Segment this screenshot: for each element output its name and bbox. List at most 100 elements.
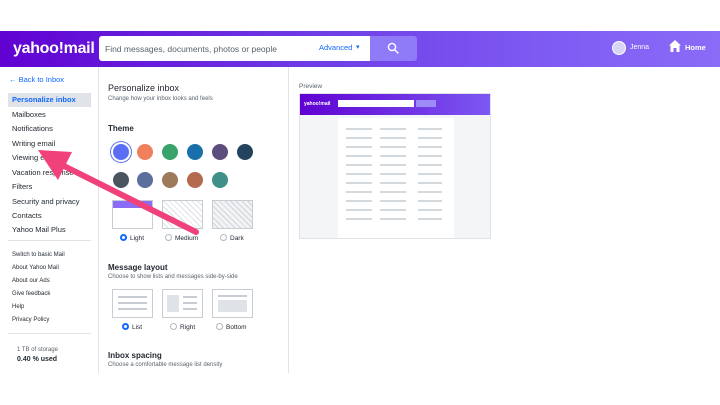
home-label: Home bbox=[685, 43, 706, 52]
theme-swatch[interactable] bbox=[187, 172, 203, 188]
theme-swatch[interactable] bbox=[113, 144, 129, 160]
about-yahoo-mail-link[interactable]: About Yahoo Mail bbox=[12, 265, 59, 271]
radio-unselected[interactable] bbox=[170, 323, 177, 330]
preview-line bbox=[346, 182, 372, 184]
preview-logo: yahoo!mail bbox=[304, 101, 331, 107]
theme-swatch[interactable] bbox=[187, 144, 203, 160]
inbox-spacing-subtitle: Choose a comfortable message list densit… bbox=[108, 362, 223, 368]
thumbnail-line bbox=[118, 302, 147, 304]
layout-option-right[interactable]: Right bbox=[170, 323, 195, 331]
help-link[interactable]: Help bbox=[12, 304, 24, 310]
theme-swatch[interactable] bbox=[212, 144, 228, 160]
radio-selected[interactable] bbox=[122, 323, 129, 330]
thumbnail-line bbox=[183, 296, 197, 298]
home-icon bbox=[669, 40, 681, 52]
sidebar-divider bbox=[8, 333, 91, 334]
preview-line bbox=[380, 137, 406, 139]
preview-line bbox=[346, 146, 372, 148]
bottom-letterbox bbox=[0, 373, 720, 405]
dark-mode-thumbnail[interactable] bbox=[212, 200, 253, 229]
storage-used: 0.40 % used bbox=[17, 356, 58, 363]
preview-line bbox=[380, 218, 406, 220]
switch-to-basic-mail-link[interactable]: Switch to basic Mail bbox=[12, 252, 65, 258]
search-input[interactable] bbox=[105, 36, 311, 61]
sidebar-item-personalize-inbox[interactable]: Personalize inbox bbox=[8, 93, 91, 107]
preview-line bbox=[380, 200, 406, 202]
back-label: Back to Inbox bbox=[18, 75, 65, 84]
storage-total: 1 TB of storage bbox=[17, 347, 58, 353]
sidebar-item-filters[interactable]: Filters bbox=[8, 180, 91, 194]
sidebar-item-vacation-response[interactable]: Vacation response bbox=[8, 166, 91, 180]
preview-line bbox=[418, 164, 442, 166]
preview-line bbox=[418, 146, 442, 148]
theme-mode-light[interactable]: Light bbox=[120, 234, 144, 242]
sidebar-item-viewing-email[interactable]: Viewing email bbox=[8, 151, 91, 165]
sidebar-item-writing-email[interactable]: Writing email bbox=[8, 137, 91, 151]
layout-option-list[interactable]: List bbox=[122, 323, 142, 331]
advanced-search-link[interactable]: Advanced bbox=[319, 43, 352, 52]
radio-selected[interactable] bbox=[120, 234, 127, 241]
preview-line bbox=[418, 137, 442, 139]
yahoo-mail-logo[interactable]: yahoo!mail bbox=[13, 40, 95, 58]
preview-line bbox=[380, 173, 406, 175]
preview-line bbox=[418, 128, 442, 130]
search-button[interactable] bbox=[370, 36, 417, 61]
thumbnail-line bbox=[118, 296, 147, 298]
theme-swatch[interactable] bbox=[162, 144, 178, 160]
preview-line bbox=[418, 182, 442, 184]
sidebar-item-yahoo-mail-plus[interactable]: Yahoo Mail Plus bbox=[8, 223, 91, 237]
bottom-layout-thumbnail[interactable] bbox=[212, 289, 253, 318]
light-mode-thumbnail[interactable] bbox=[112, 200, 153, 229]
thumbnail-block bbox=[218, 300, 247, 312]
theme-swatch[interactable] bbox=[137, 144, 153, 160]
inbox-spacing-heading: Inbox spacing bbox=[108, 351, 162, 360]
sidebar-item-contacts[interactable]: Contacts bbox=[8, 209, 91, 223]
radio-unselected[interactable] bbox=[220, 234, 227, 241]
sidebar-item-security-and-privacy[interactable]: Security and privacy bbox=[8, 195, 91, 209]
preview-line bbox=[418, 155, 442, 157]
radio-unselected[interactable] bbox=[216, 323, 223, 330]
theme-mode-dark[interactable]: Dark bbox=[220, 234, 244, 242]
preview-line bbox=[418, 191, 442, 193]
sidebar-item-notifications[interactable]: Notifications bbox=[8, 122, 91, 136]
preview-line bbox=[346, 191, 372, 193]
privacy-policy-link[interactable]: Privacy Policy bbox=[12, 317, 49, 323]
preview-line bbox=[346, 173, 372, 175]
layout-option-bottom[interactable]: Bottom bbox=[216, 323, 247, 331]
theme-swatch[interactable] bbox=[113, 172, 129, 188]
list-layout-thumbnail[interactable] bbox=[112, 289, 153, 318]
back-to-inbox-link[interactable]: ← Back to Inbox bbox=[9, 75, 64, 84]
avatar[interactable] bbox=[612, 41, 626, 55]
thumbnail-block bbox=[167, 295, 179, 312]
header-bar: yahoo!mail Advanced ▾ Jenna Home bbox=[0, 31, 720, 67]
theme-swatch[interactable] bbox=[137, 172, 153, 188]
arrow-left-icon: ← bbox=[9, 75, 17, 84]
preview-line bbox=[346, 128, 372, 130]
sidebar-item-mailboxes[interactable]: Mailboxes bbox=[8, 108, 91, 122]
about-our-ads-link[interactable]: About our Ads bbox=[12, 278, 50, 284]
right-layout-thumbnail[interactable] bbox=[162, 289, 203, 318]
settings-sidebar: ← Back to Inbox Personalize inbox Mailbo… bbox=[0, 67, 99, 373]
theme-mode-label: Medium bbox=[175, 235, 199, 242]
search-box: Advanced ▾ bbox=[99, 36, 370, 61]
chevron-down-icon[interactable]: ▾ bbox=[356, 43, 360, 51]
give-feedback-link[interactable]: Give feedback bbox=[12, 291, 50, 297]
theme-swatch[interactable] bbox=[212, 172, 228, 188]
layout-option-label: List bbox=[132, 324, 143, 331]
preview-label: Preview bbox=[299, 83, 323, 90]
radio-unselected[interactable] bbox=[165, 234, 172, 241]
theme-mode-medium[interactable]: Medium bbox=[165, 234, 198, 242]
theme-swatch[interactable] bbox=[162, 172, 178, 188]
preview-line bbox=[346, 209, 372, 211]
preview-panel: Preview yahoo!mail bbox=[290, 67, 720, 373]
preview-line bbox=[380, 155, 406, 157]
user-name[interactable]: Jenna bbox=[630, 44, 649, 51]
medium-mode-thumbnail[interactable] bbox=[162, 200, 203, 229]
preview-line bbox=[380, 182, 406, 184]
theme-mode-label: Dark bbox=[230, 235, 244, 242]
preview-line bbox=[346, 218, 372, 220]
preview-line bbox=[380, 146, 406, 148]
preview-message-list bbox=[338, 118, 454, 238]
theme-swatch[interactable] bbox=[237, 144, 253, 160]
preview-line bbox=[380, 209, 406, 211]
